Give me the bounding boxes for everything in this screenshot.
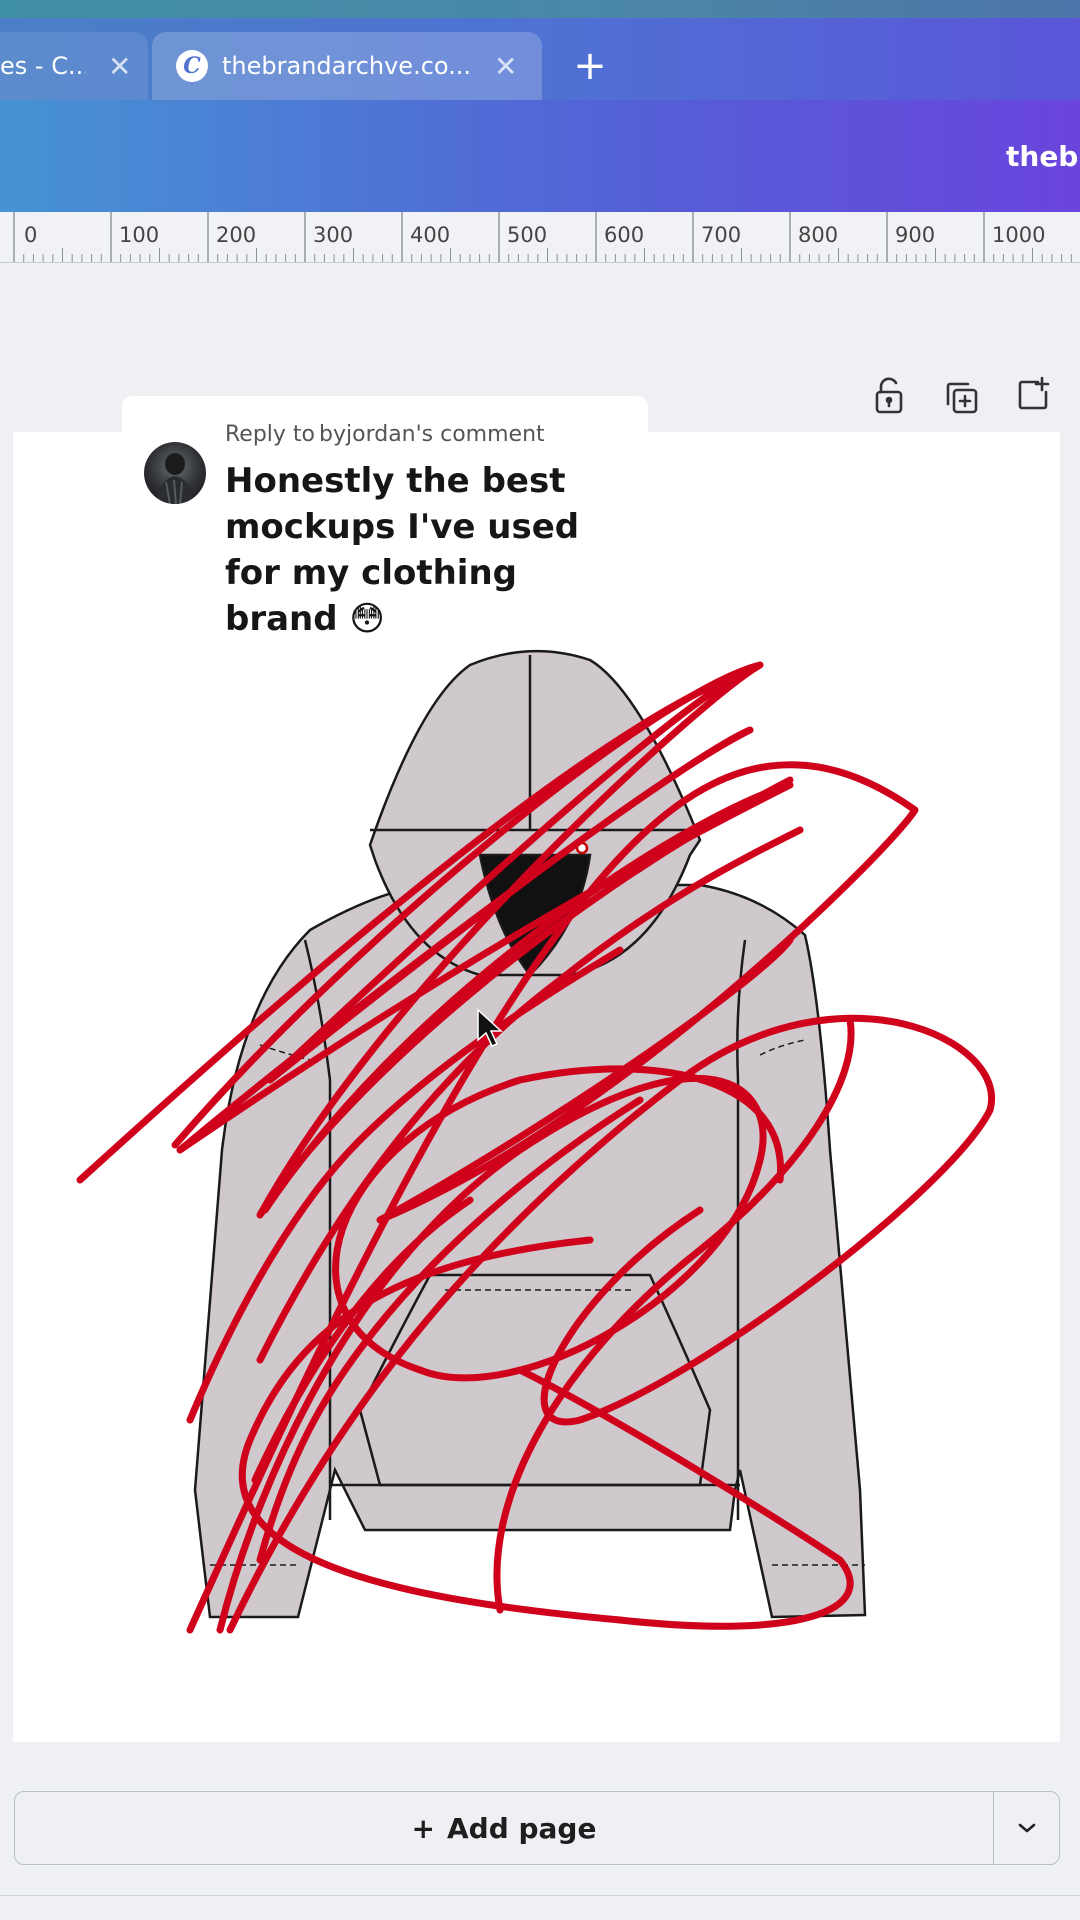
chevron-down-icon (1018, 1823, 1035, 1833)
reply-header: Reply to byjordan's comment (225, 422, 545, 447)
add-page-label: Add page (446, 1811, 597, 1845)
add-page-button[interactable]: + Add page (14, 1791, 994, 1865)
reply-prefix: Reply to (225, 422, 316, 447)
divider (0, 1895, 1080, 1896)
plus-icon: + (411, 1811, 435, 1845)
comment-reply-card: Reply to byjordan's comment Honestly the … (122, 396, 648, 639)
comment-text: Honestly the best mockups I've used for … (225, 461, 580, 639)
avatar (144, 442, 206, 504)
reply-suffix: 's comment (415, 422, 545, 447)
reply-username: byjordan (319, 422, 416, 447)
add-page-menu-button[interactable] (993, 1791, 1060, 1865)
hoodie-mockup[interactable] (0, 0, 1080, 1920)
